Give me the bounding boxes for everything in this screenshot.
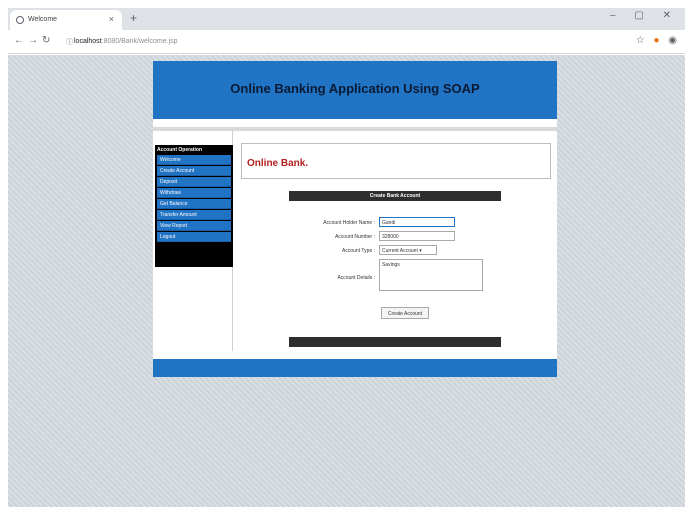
banner-spacer [153, 119, 557, 127]
url-host: localhost [74, 38, 102, 45]
sidebar-item-welcome[interactable]: Welcome [157, 155, 231, 165]
browser-tab[interactable]: Welcome × [10, 10, 122, 30]
tab-title: Welcome [28, 16, 58, 23]
profile-icon[interactable]: ◉ [668, 35, 677, 46]
url-path: :8080/Bank/welcome.jsp [101, 38, 178, 45]
tab-close-icon[interactable]: × [109, 14, 114, 24]
page-title: Online Banking Application Using SOAP [230, 81, 480, 96]
welcome-box: Online Bank. [241, 143, 551, 179]
account-type-label: Account Type : [342, 248, 375, 254]
header-banner: Online Banking Application Using SOAP [153, 61, 557, 119]
sidebar-item-logout[interactable]: Logout [157, 232, 231, 242]
sidebar-item-create-account[interactable]: Create Account [157, 166, 231, 176]
address-bar[interactable]: ⓘ localhost:8080/Bank/welcome.jsp [64, 34, 624, 50]
account-number-input[interactable]: 328000 [379, 231, 455, 241]
account-details-textarea[interactable]: Savings [379, 259, 483, 291]
sidebar-item-get-balance[interactable]: Get Balance [157, 199, 231, 209]
extension-icon[interactable]: ● [653, 35, 659, 46]
holder-name-label: Account Holder Name : [323, 220, 375, 226]
create-account-button[interactable]: Create Account [381, 307, 429, 319]
footer-bar [153, 359, 557, 377]
main-content: Online Bank. Create Bank Account Account… [235, 131, 557, 351]
account-type-select[interactable]: Current Account ▾ [379, 245, 437, 255]
welcome-text: Online Bank. [247, 158, 309, 169]
forward-button[interactable]: → [28, 35, 38, 46]
banking-page: Online Banking Application Using SOAP Ac… [153, 61, 557, 377]
browser-tabstrip: Welcome × + – ▢ ✕ [8, 8, 685, 30]
back-button[interactable]: ← [14, 35, 24, 46]
account-menu: Account Operation Welcome Create Account… [155, 145, 233, 267]
new-tab-button[interactable]: + [130, 11, 137, 25]
info-icon[interactable]: ⓘ [66, 37, 73, 47]
sidebar-item-view-report[interactable]: View Report [157, 221, 231, 231]
window-controls[interactable]: – ▢ ✕ [610, 10, 679, 21]
tab-favicon-icon [16, 16, 24, 24]
sidebar-item-transfer[interactable]: Transfer Amount [157, 210, 231, 220]
address-url: localhost:8080/Bank/welcome.jsp [74, 38, 178, 45]
star-icon[interactable]: ☆ [636, 35, 645, 46]
holder-name-input[interactable]: Gandi [379, 217, 455, 227]
form-title: Create Bank Account [289, 191, 501, 201]
reload-button[interactable]: ↻ [42, 35, 50, 46]
page-viewport: Online Banking Application Using SOAP Ac… [8, 55, 685, 507]
sidebar-item-deposit[interactable]: Deposit [157, 177, 231, 187]
account-details-label: Account Details : [337, 275, 375, 281]
toolbar-actions: ☆ ● ◉ [636, 35, 677, 46]
menu-header: Account Operation [157, 147, 203, 153]
account-number-label: Account Number : [334, 234, 375, 240]
sidebar: Account Operation Welcome Create Account… [153, 131, 233, 351]
sidebar-item-withdraw[interactable]: Withdraw [157, 188, 231, 198]
browser-toolbar: ← → ↻ ⓘ localhost:8080/Bank/welcome.jsp … [8, 30, 685, 54]
form-footer-bar [289, 337, 501, 347]
